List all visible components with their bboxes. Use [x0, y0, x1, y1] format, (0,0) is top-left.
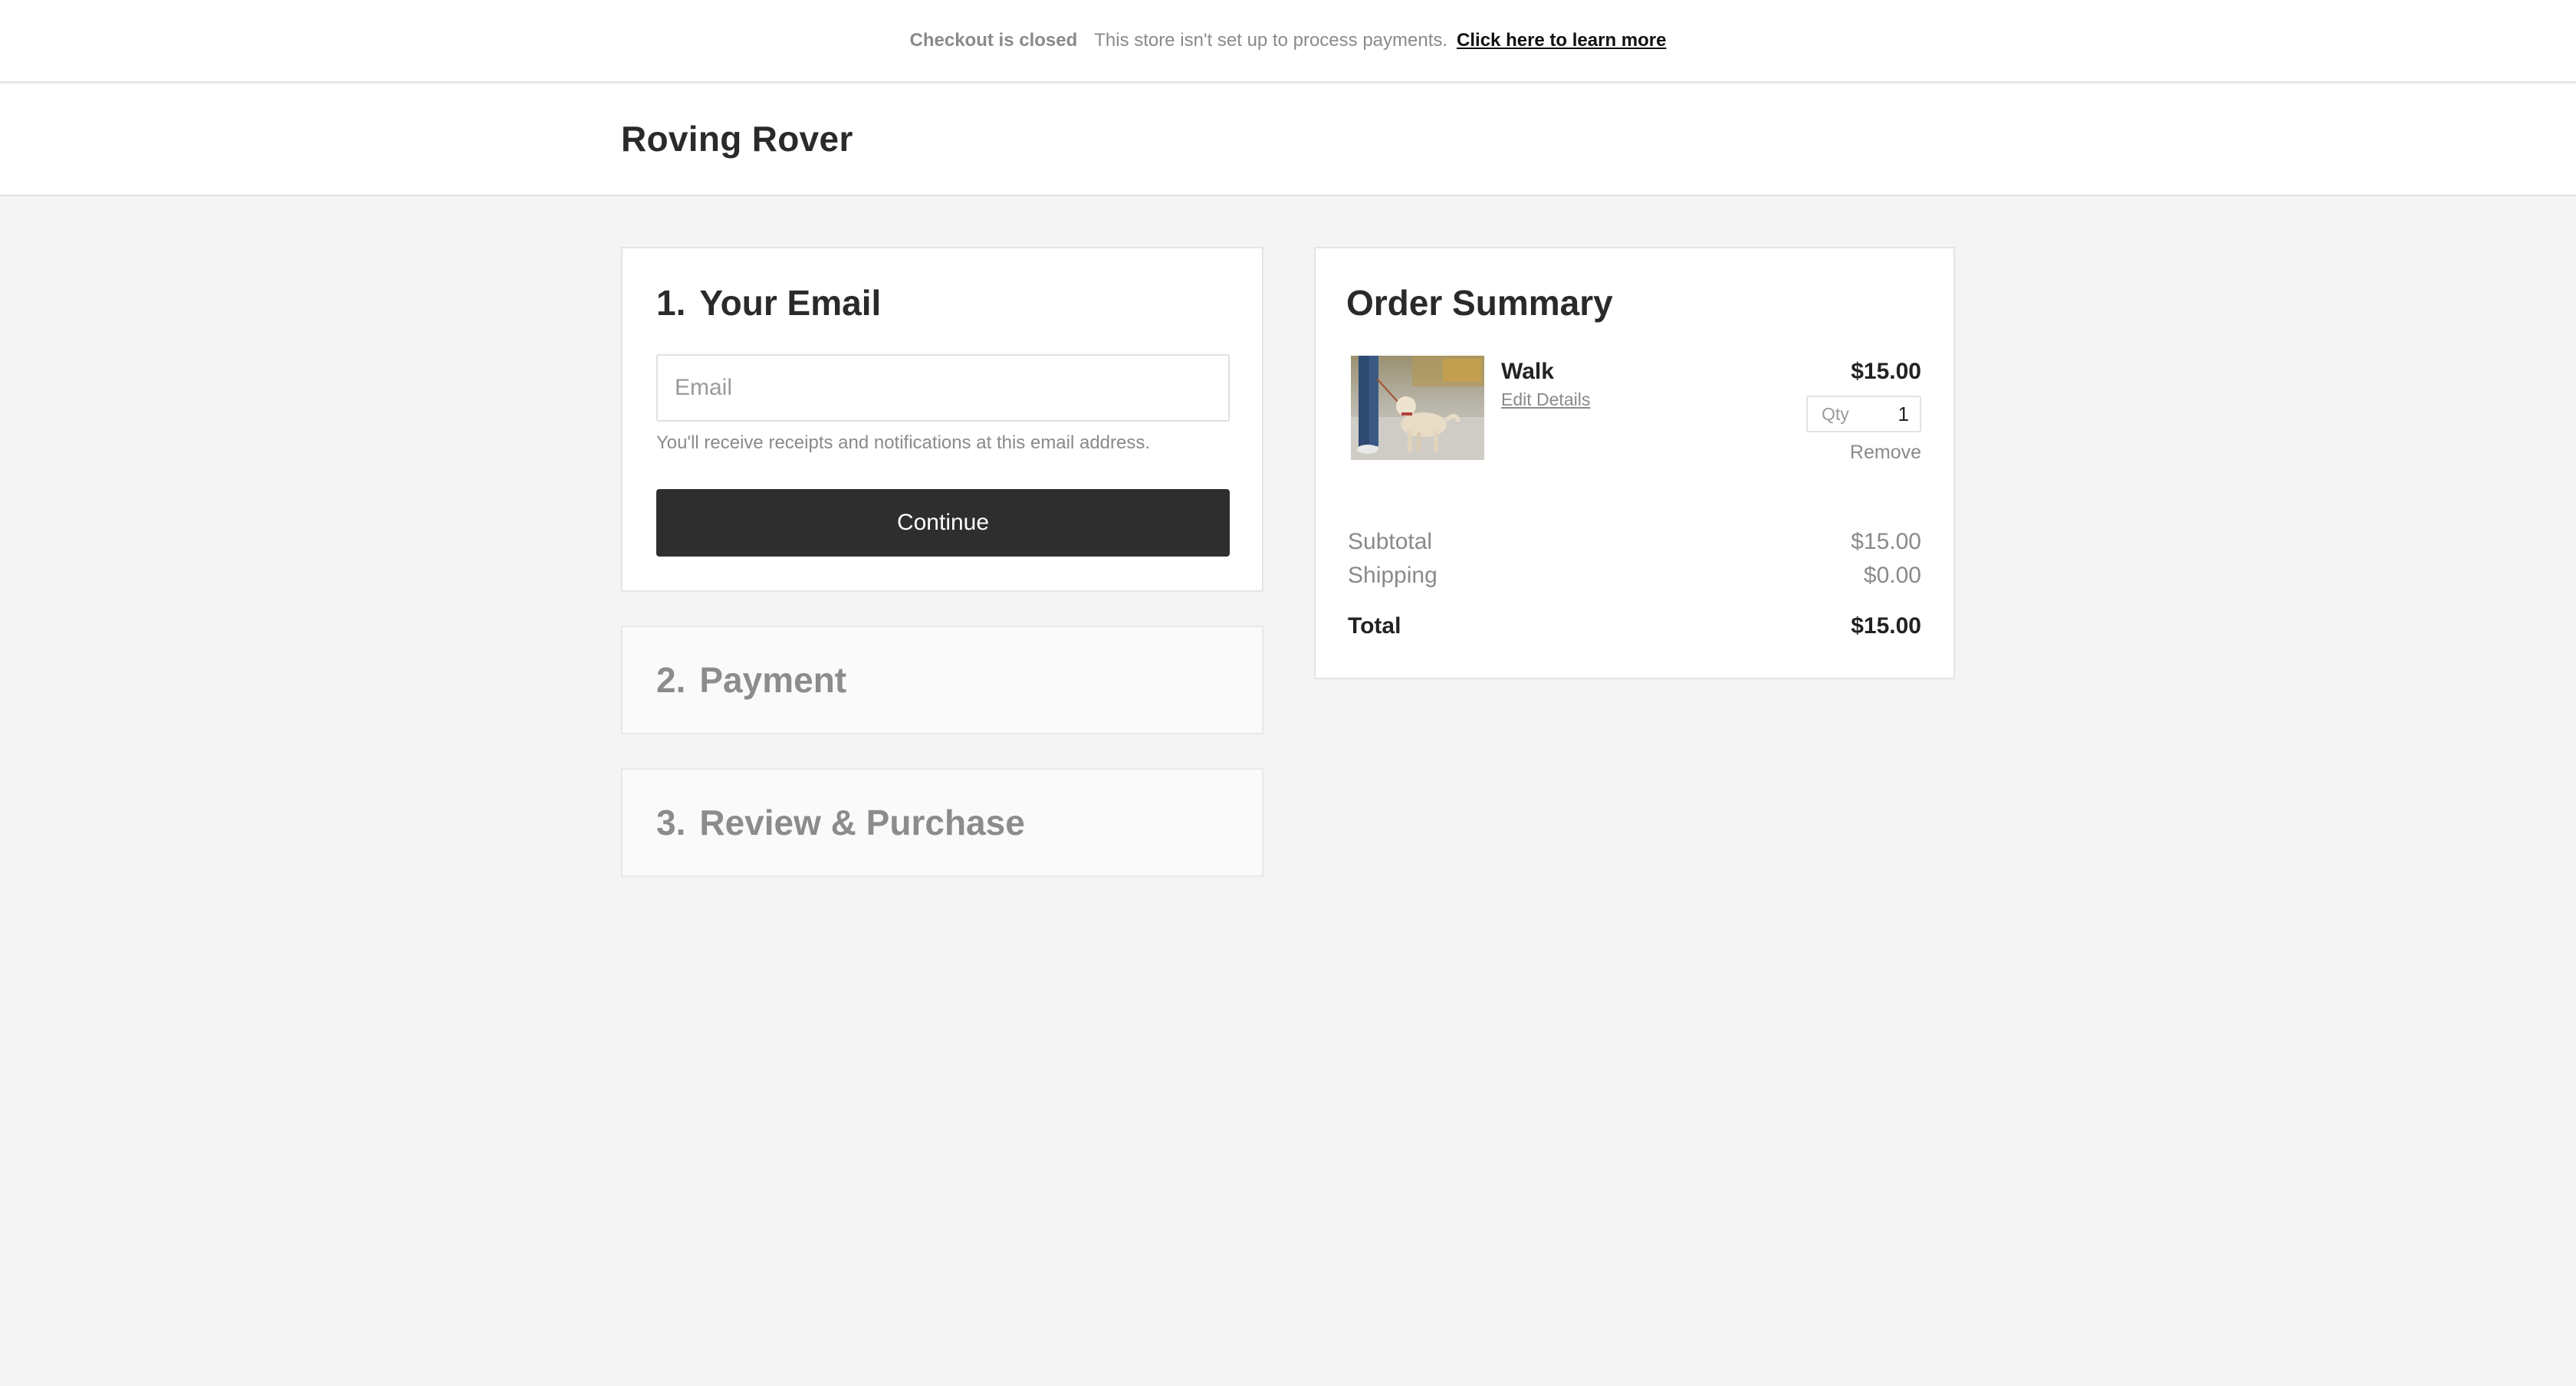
email-field[interactable] — [656, 354, 1230, 422]
subtotal-value: $15.00 — [1851, 529, 1921, 554]
checkout-closed-label: Checkout is closed — [909, 30, 1078, 51]
shipping-row: Shipping $0.00 — [1348, 563, 1921, 589]
item-price: $15.00 — [1851, 359, 1921, 384]
quantity-field[interactable]: Qty 1 — [1806, 396, 1921, 432]
review-step-panel: 3. Review & Purchase — [621, 768, 1263, 877]
email-hint: You'll receive receipts and notification… — [656, 432, 1151, 453]
order-summary-title: Order Summary — [1346, 283, 1613, 323]
dog-walk-photo-icon — [1351, 356, 1484, 460]
total-value: $15.00 — [1851, 613, 1921, 639]
shipping-value: $0.00 — [1863, 563, 1921, 588]
review-step-title: 3. Review & Purchase — [656, 802, 1025, 843]
store-name[interactable]: Roving Rover — [621, 118, 853, 159]
product-thumbnail — [1351, 356, 1484, 460]
qty-value[interactable]: 1 — [1898, 402, 1909, 426]
continue-button[interactable]: Continue — [656, 489, 1230, 557]
step-number: 1. — [656, 283, 686, 323]
total-row: Total $15.00 — [1348, 613, 1921, 639]
item-name: Walk — [1501, 359, 1554, 384]
qty-label: Qty — [1822, 403, 1849, 424]
subtotal-row: Subtotal $15.00 — [1348, 529, 1921, 555]
step-number: 2. — [656, 660, 686, 700]
payment-step-title: 2. Payment — [656, 659, 846, 701]
step-label: Payment — [699, 660, 847, 700]
step-number: 3. — [656, 803, 686, 842]
subtotal-label: Subtotal — [1348, 529, 1433, 554]
total-label: Total — [1348, 613, 1401, 639]
email-step-panel: 1. Your Email You'll receive receipts an… — [621, 247, 1263, 592]
edit-details-link[interactable]: Edit Details — [1501, 389, 1590, 410]
checkout-closed-banner: Checkout is closed This store isn't set … — [0, 0, 2576, 83]
email-step-title: 1. Your Email — [656, 282, 881, 324]
payment-step-panel: 2. Payment — [621, 626, 1263, 734]
remove-item-button[interactable]: Remove — [1850, 442, 1921, 464]
order-summary-panel: Order Summary Walk Edit Details $15.00 Q… — [1314, 247, 1955, 679]
site-header: Roving Rover — [0, 84, 2576, 196]
step-label: Your Email — [699, 283, 882, 323]
banner-message: This store isn't set up to process payme… — [1094, 30, 1448, 51]
step-label: Review & Purchase — [699, 803, 1025, 842]
learn-more-link[interactable]: Click here to learn more — [1457, 30, 1666, 51]
shipping-label: Shipping — [1348, 563, 1438, 588]
